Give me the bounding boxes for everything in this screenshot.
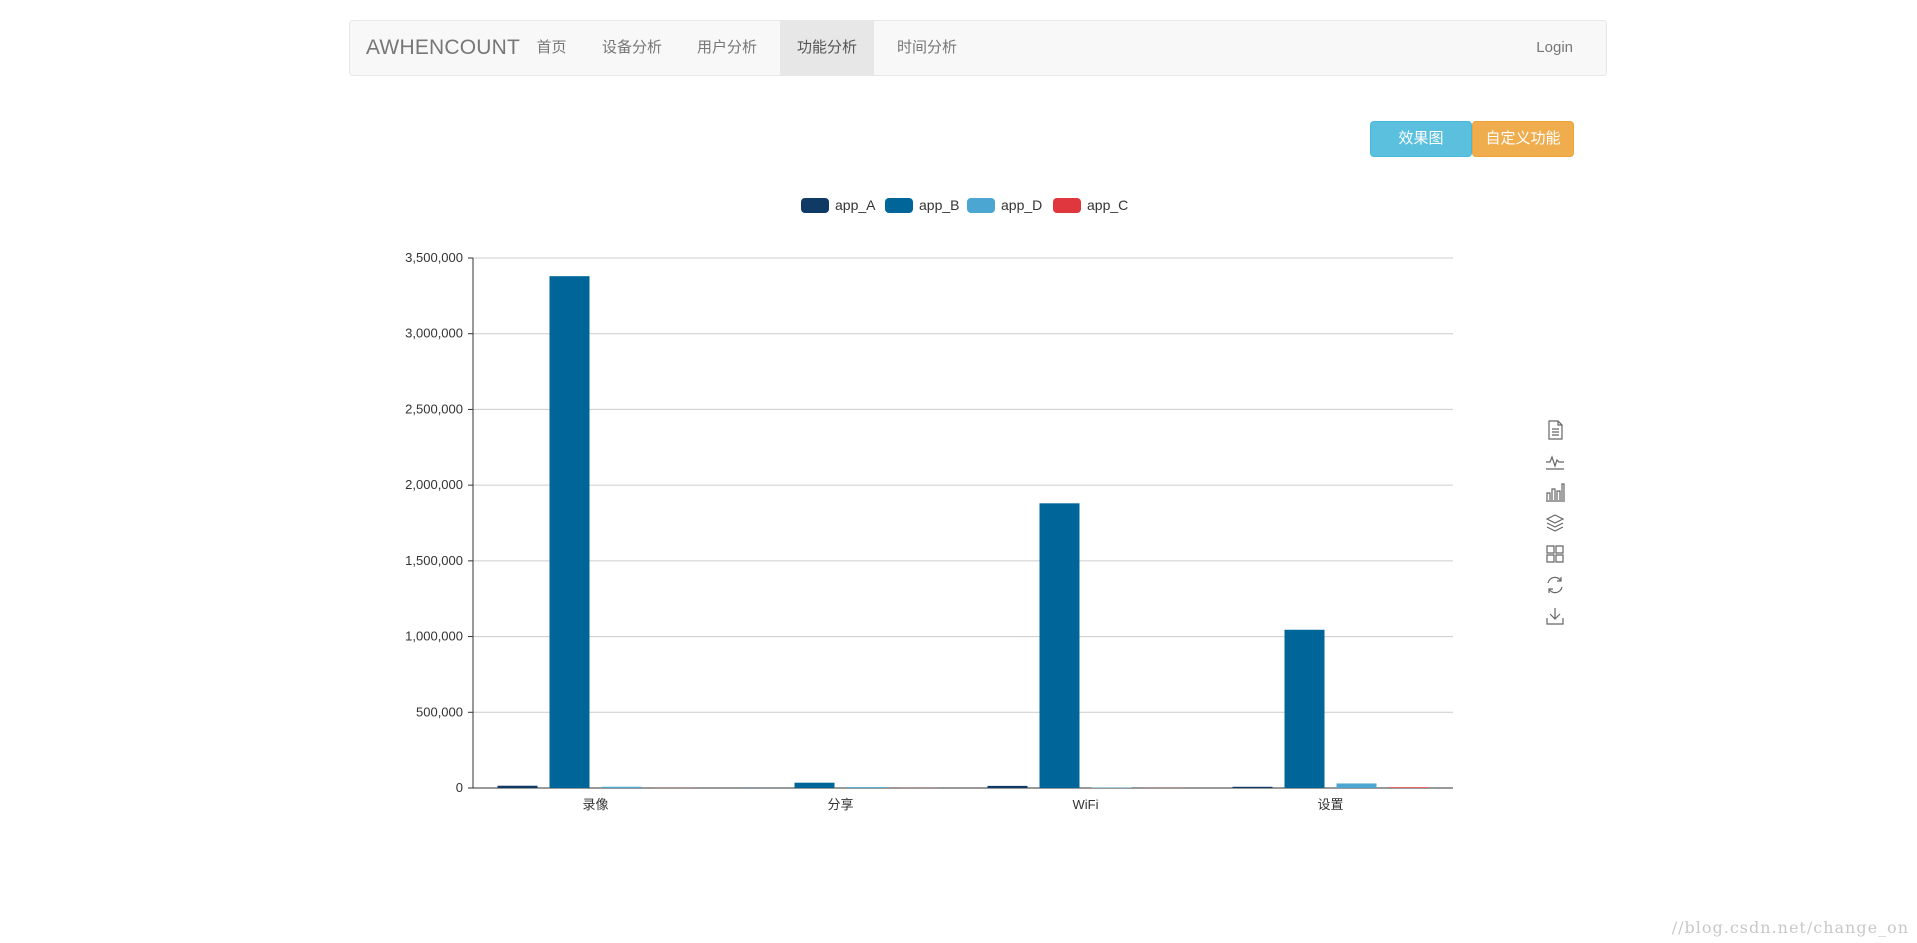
legend-label: app_C (1087, 197, 1128, 213)
x-tick-label: 录像 (582, 797, 608, 812)
y-tick-label: 500,000 (416, 704, 463, 719)
stack-icon[interactable] (1543, 511, 1567, 535)
bar (1336, 783, 1377, 788)
legend-label: app_A (835, 197, 876, 213)
y-tick-label: 0 (456, 780, 463, 795)
y-tick-label: 2,500,000 (405, 401, 463, 416)
bar (1284, 629, 1325, 788)
y-tick-label: 1,000,000 (405, 629, 463, 644)
bar (987, 785, 1028, 788)
legend-label: app_D (1001, 197, 1042, 213)
bar (1232, 786, 1273, 788)
legend-label: app_B (919, 197, 959, 213)
bar-chart-icon[interactable] (1543, 480, 1567, 504)
legend-swatch (801, 198, 829, 213)
bar (794, 782, 835, 788)
line-chart-icon[interactable] (1543, 449, 1567, 473)
y-tick-label: 3,000,000 (405, 326, 463, 341)
x-tick-label: 分享 (827, 797, 853, 812)
bar (497, 785, 538, 788)
bar (846, 787, 887, 788)
legend-swatch (1053, 198, 1081, 213)
save-image-icon[interactable] (1543, 604, 1567, 628)
feature-bar-chart: 0 500,000 1,000,000 1,500,000 2,000,000 2,500… (405, 197, 1453, 812)
x-tick-label: 设置 (1317, 797, 1343, 812)
bar (549, 276, 590, 788)
watermark-text: //blog.csdn.net/change_on (1671, 918, 1909, 937)
y-tick-label: 2,000,000 (405, 477, 463, 492)
x-tick-label: WiFi (1073, 797, 1099, 812)
tiled-icon[interactable] (1543, 542, 1567, 566)
restore-icon[interactable] (1543, 573, 1567, 597)
y-tick-label: 3,500,000 (405, 250, 463, 265)
bar (1388, 787, 1429, 788)
legend-swatch (967, 198, 995, 213)
bar (1039, 503, 1080, 788)
y-tick-label: 1,500,000 (405, 553, 463, 568)
data-view-icon[interactable] (1543, 418, 1567, 442)
chart-toolbox (1543, 418, 1567, 635)
bar (601, 786, 642, 788)
legend-swatch (885, 198, 913, 213)
